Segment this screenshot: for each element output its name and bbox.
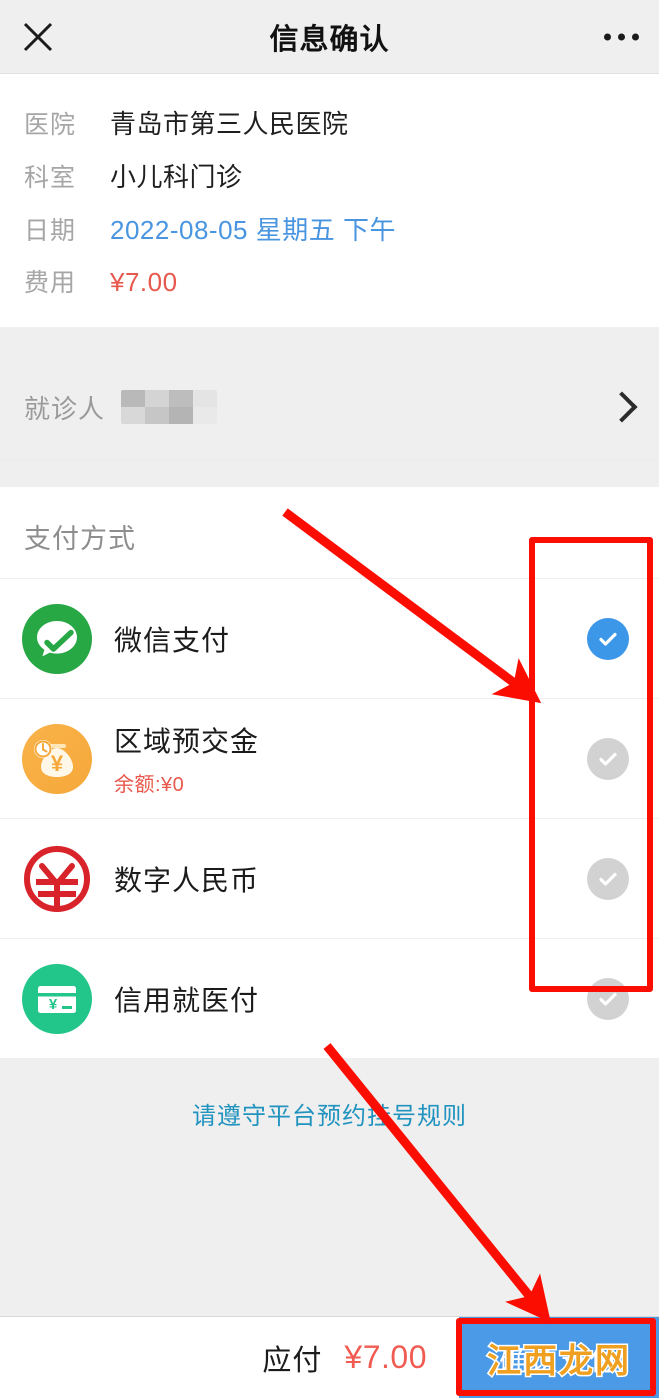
section-divider bbox=[0, 461, 659, 487]
info-row-hospital: 医院 青岛市第三人民医院 bbox=[0, 96, 659, 149]
payment-option-texts: 微信支付 bbox=[114, 619, 230, 659]
payment-option-texts: 信用就医付 bbox=[114, 979, 259, 1019]
payment-radio-unselected[interactable] bbox=[587, 857, 629, 900]
patient-name-redacted bbox=[121, 390, 218, 424]
info-label: 费用 bbox=[24, 269, 77, 297]
payment-option-wechat[interactable]: 微信支付 bbox=[0, 578, 659, 698]
page-title: 信息确认 bbox=[269, 23, 390, 56]
payment-option-name: 微信支付 bbox=[114, 624, 231, 656]
more-options-icon[interactable] bbox=[604, 33, 639, 40]
svg-text:¥: ¥ bbox=[51, 751, 64, 776]
payment-radio-unselected[interactable] bbox=[587, 977, 629, 1020]
close-icon[interactable] bbox=[18, 17, 58, 57]
payment-option-texts: 区域预交金 余额:¥0 bbox=[114, 720, 259, 797]
payment-option-name: 数字人民币 bbox=[114, 864, 260, 896]
info-value: 2022-08-05 星期五 下午 bbox=[110, 215, 396, 245]
app-screen: 信息确认 医院 青岛市第三人民医院 科室 小儿科门诊 日期 2022-08-05… bbox=[0, 0, 659, 1398]
payment-radio-unselected[interactable] bbox=[587, 737, 629, 780]
info-label: 日期 bbox=[24, 217, 77, 245]
payment-methods-section: 支付方式 微信支付 ¥ 区域预交金 余额:¥0 数字人民币 ¥ 信用就医付 bbox=[0, 487, 659, 1058]
payment-option-name: 信用就医付 bbox=[114, 984, 260, 1016]
svg-text:¥: ¥ bbox=[49, 996, 58, 1013]
prepaid-wallet-icon: ¥ bbox=[22, 723, 92, 794]
bottom-action-bar: 应付 ¥7.00 确认支付 江西龙网 bbox=[0, 1316, 659, 1398]
payment-option-name: 区域预交金 bbox=[114, 726, 260, 757]
payment-radio-selected[interactable] bbox=[587, 617, 629, 660]
info-value: ¥7.00 bbox=[110, 267, 178, 297]
appointment-info-card: 医院 青岛市第三人民医院 科室 小儿科门诊 日期 2022-08-05 星期五 … bbox=[0, 74, 659, 327]
due-label: 应付 bbox=[262, 1344, 323, 1377]
payment-option-prepaid[interactable]: ¥ 区域预交金 余额:¥0 bbox=[0, 698, 659, 818]
info-value: 青岛市第三人民医院 bbox=[110, 109, 349, 139]
due-amount: ¥7.00 bbox=[344, 1339, 427, 1375]
title-bar: 信息确认 bbox=[0, 0, 659, 74]
info-row-department: 科室 小儿科门诊 bbox=[0, 149, 659, 202]
info-label: 科室 bbox=[24, 164, 77, 192]
booking-rules-link[interactable]: 请遵守平台预约挂号规则 bbox=[192, 1103, 467, 1130]
info-value: 小儿科门诊 bbox=[110, 162, 243, 192]
section-divider bbox=[0, 327, 659, 353]
rules-area: 请遵守平台预约挂号规则 bbox=[0, 1058, 659, 1158]
digital-rmb-icon bbox=[22, 843, 92, 914]
chevron-right-icon[interactable] bbox=[606, 391, 638, 423]
payment-option-texts: 数字人民币 bbox=[114, 859, 259, 899]
patient-label: 就诊人 bbox=[24, 393, 106, 424]
confirm-payment-button[interactable]: 确认支付 江西龙网 bbox=[459, 1316, 659, 1398]
credit-card-icon: ¥ bbox=[22, 963, 92, 1034]
site-watermark: 江西龙网 bbox=[486, 1341, 631, 1382]
payment-option-balance: 余额:¥0 bbox=[114, 774, 185, 796]
payment-option-credit[interactable]: ¥ 信用就医付 bbox=[0, 938, 659, 1058]
payment-section-title: 支付方式 bbox=[0, 487, 659, 578]
wechat-pay-icon bbox=[22, 603, 92, 674]
info-row-fee: 费用 ¥7.00 bbox=[0, 255, 659, 307]
patient-selector-row[interactable]: 就诊人 bbox=[0, 353, 659, 461]
payment-option-digital-rmb[interactable]: 数字人民币 bbox=[0, 818, 659, 938]
info-label: 医院 bbox=[24, 111, 77, 139]
info-row-date: 日期 2022-08-05 星期五 下午 bbox=[0, 202, 659, 255]
